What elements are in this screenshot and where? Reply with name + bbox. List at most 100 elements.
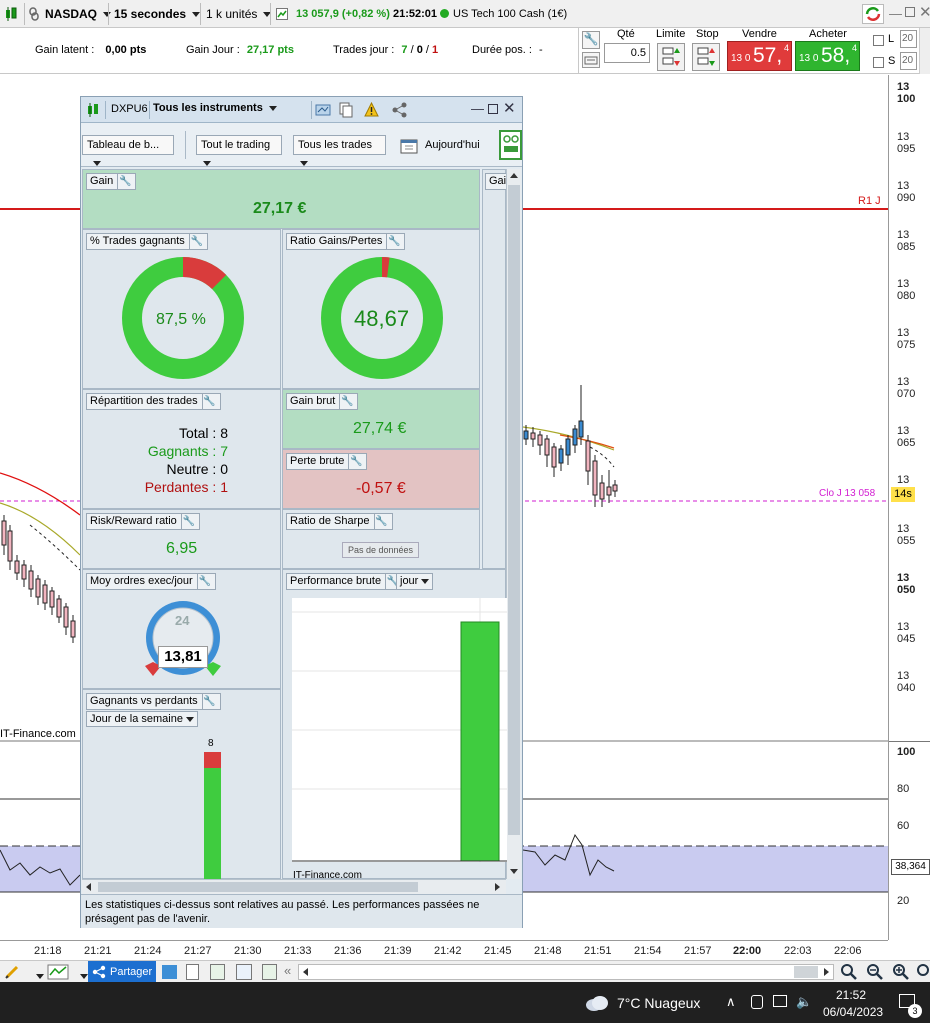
share-icon[interactable]	[391, 102, 411, 118]
bottom-toolbar: Partager «	[0, 960, 930, 983]
panel-titlebar[interactable]: DXPU6 Tous les instruments — ✕	[81, 97, 522, 123]
calculator-icon[interactable]	[262, 964, 277, 980]
info-bar: Gain latent : 0,00 pts Gain Jour : 27,17…	[0, 28, 930, 74]
panel-minimize-icon[interactable]: —	[471, 101, 484, 116]
close-icon[interactable]: ✕	[919, 3, 930, 21]
zoom-auto-icon[interactable]	[916, 963, 930, 981]
wrench-icon[interactable]: 🔧	[348, 454, 363, 469]
warning-icon[interactable]	[364, 101, 379, 117]
wrench-icon[interactable]: 🔧	[201, 694, 217, 709]
gvp-bar-win	[204, 768, 221, 880]
share-label: Partager	[110, 966, 153, 978]
chart-watermark: IT-Finance.com	[0, 728, 76, 740]
wrench-icon[interactable]: 🔧	[117, 174, 132, 189]
time-tick: 21:30	[234, 945, 262, 957]
zoom-out-icon[interactable]	[866, 963, 884, 981]
instrument-select[interactable]: NASDAQ	[45, 4, 112, 24]
share-button[interactable]: Partager	[88, 961, 156, 983]
chevron-up-icon[interactable]: ∧	[726, 994, 736, 1010]
price-axis[interactable]: 13 100 13 095 13 090 13 085 13 080 13 07…	[888, 75, 930, 940]
time-tick: 21:36	[334, 945, 362, 957]
widgets-icon[interactable]	[499, 130, 522, 160]
gvp-period-select[interactable]: Jour de la semaine	[86, 711, 198, 727]
buy-button[interactable]: 13 0 58, 4	[795, 41, 860, 71]
panel-vscroll[interactable]	[506, 169, 521, 879]
period-label[interactable]: Aujourd'hui	[425, 139, 480, 151]
pencil-icon[interactable]	[4, 964, 20, 980]
stop-order-button[interactable]	[692, 43, 720, 71]
performance-widget: Performance brute 🔧 jour IT-Finance.com	[282, 569, 507, 881]
calendar-icon[interactable]	[400, 137, 420, 155]
wrench-icon[interactable]: 🔧	[582, 31, 600, 49]
neutre-row: Neutre : 0	[166, 461, 229, 477]
time-tick: 21:45	[484, 945, 512, 957]
osc-value-badge: 38,364	[891, 859, 930, 875]
zoom-in-icon[interactable]	[892, 963, 910, 981]
chart-hscroll[interactable]	[298, 964, 834, 980]
limit-points-input[interactable]: 20	[900, 30, 917, 48]
price-tick: 13 075	[897, 327, 916, 351]
weather-label[interactable]: 7°C Nuageux	[617, 995, 700, 1011]
units-select[interactable]: 1 k unités	[206, 4, 272, 24]
indicator-dropdown[interactable]	[74, 969, 88, 983]
volume-icon[interactable]: 🔈	[796, 994, 812, 1010]
stop-checkbox[interactable]	[873, 57, 884, 68]
maximize-icon[interactable]	[905, 7, 915, 17]
interval-select[interactable]: 15 secondes	[114, 4, 201, 24]
infobar-scroll[interactable]	[919, 28, 930, 74]
gagnants-vs-perdants-widget: Gagnants vs perdants 🔧 Jour de la semaine…	[82, 689, 281, 880]
wrench-icon[interactable]: 🔧	[196, 574, 212, 589]
qte-input[interactable]: 0.5	[604, 43, 650, 63]
orders-list-icon[interactable]	[186, 964, 199, 980]
wrench-icon[interactable]: 🔧	[339, 394, 354, 409]
perte-brute-title: Perte brute 🔧	[286, 453, 368, 470]
wrench-icon[interactable]: 🔧	[180, 514, 196, 529]
time-tick: 22:06	[834, 945, 862, 957]
osc-tick: 20	[897, 895, 910, 907]
perf-period-select[interactable]: jour	[396, 573, 434, 590]
sync-icon[interactable]	[862, 4, 884, 24]
scroll-left-double-icon[interactable]: «	[284, 963, 291, 978]
wrench-icon[interactable]: 🔧	[373, 514, 389, 529]
zoom-fit-icon[interactable]	[840, 963, 858, 981]
wrench-icon[interactable]: 🔧	[188, 234, 204, 249]
limit-order-button[interactable]	[657, 43, 685, 71]
wrench-icon[interactable]: 🔧	[386, 234, 401, 249]
panel-close-icon[interactable]: ✕	[503, 99, 516, 117]
side-widget-tab[interactable]: Gai	[485, 173, 507, 190]
pct-value: 87,5 %	[156, 311, 206, 328]
positions-icon[interactable]	[210, 964, 225, 980]
wrench-icon[interactable]: 🔧	[201, 394, 217, 409]
osc-tick: 100	[897, 746, 916, 758]
tools-dropdown[interactable]	[30, 969, 44, 983]
meet-icon[interactable]	[751, 995, 763, 1009]
sell-button[interactable]: 13 0 57, 4	[727, 41, 792, 71]
keyboard-icon[interactable]	[582, 52, 600, 68]
view-select[interactable]: Tableau de b...	[82, 135, 174, 166]
panel-hscroll[interactable]	[82, 879, 506, 894]
limit-checkbox[interactable]	[873, 35, 884, 46]
chat-icon[interactable]	[162, 965, 177, 979]
gvp-bar	[204, 752, 221, 880]
chart-icon[interactable]	[276, 8, 288, 20]
stop-points-input[interactable]: 20	[900, 52, 917, 70]
instruments-select[interactable]: Tous les instruments	[153, 102, 277, 114]
network-icon[interactable]	[773, 995, 787, 1007]
repartition-widget: Répartition des trades 🔧 Total : 8 Gagnan…	[82, 389, 281, 509]
copy-icon[interactable]	[339, 102, 353, 118]
candlestick-icon[interactable]	[3, 6, 19, 22]
minimize-icon[interactable]: —	[889, 6, 902, 21]
trades-select[interactable]: Tous les trades	[293, 135, 386, 166]
panel-maximize-icon[interactable]	[488, 104, 498, 114]
ratio-widget: Ratio Gains/Pertes 🔧 48,67	[282, 229, 480, 389]
cloud-icon[interactable]	[584, 994, 610, 1012]
time-axis[interactable]: 21:18 21:21 21:24 21:27 21:30 21:33 21:3…	[0, 940, 888, 960]
trading-select[interactable]: Tout le trading	[196, 135, 282, 166]
indicator-icon[interactable]	[47, 964, 69, 980]
risk-reward-widget: Risk/Reward ratio 🔧 6,95	[82, 509, 281, 569]
stats-panel: DXPU6 Tous les instruments — ✕ Tableau d…	[80, 96, 523, 928]
link-icon[interactable]	[28, 7, 40, 21]
portfolio-icon[interactable]	[236, 964, 252, 980]
gain-title: Gain 🔧	[86, 173, 137, 190]
export-icon[interactable]	[315, 103, 331, 117]
